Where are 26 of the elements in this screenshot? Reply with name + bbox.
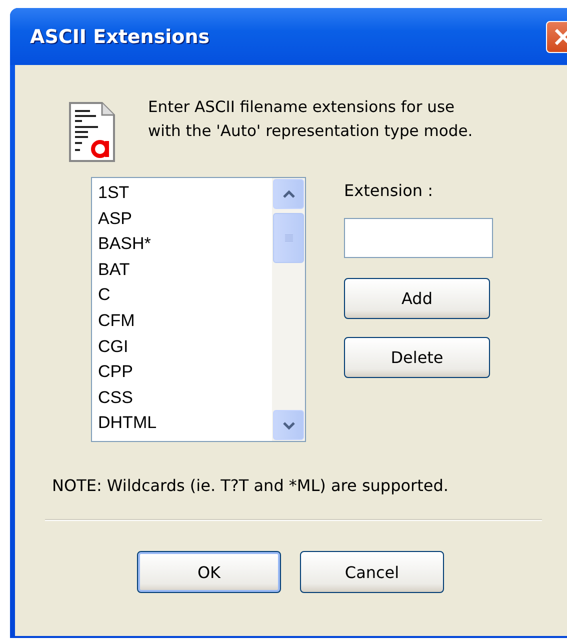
close-icon (553, 26, 567, 46)
list-item[interactable]: CGI (98, 334, 272, 360)
instruction-text: Enter ASCII filename extensions for use with the 'Auto' representation type mode. (148, 97, 473, 142)
extension-field[interactable] (344, 218, 493, 258)
list-item[interactable]: BASH* (98, 231, 272, 257)
scroll-thumb[interactable] (273, 213, 304, 263)
cancel-button[interactable]: Cancel (300, 551, 444, 593)
list-item[interactable]: BAT (98, 256, 272, 282)
scroll-up-icon[interactable] (273, 179, 304, 209)
list-item[interactable]: CPP (98, 359, 272, 385)
list-item[interactable]: ASP (98, 206, 272, 232)
scrollbar[interactable] (272, 178, 305, 441)
list-item[interactable]: 1ST (98, 180, 272, 206)
extension-label: Extension : (344, 181, 434, 200)
note-text: NOTE: Wildcards (ie. T?T and *ML) are supported. (51, 475, 450, 495)
list-item[interactable]: CFM (98, 308, 272, 334)
scroll-down-icon[interactable] (273, 410, 304, 440)
window-title: ASCII Extensions (29, 26, 210, 48)
extension-list[interactable]: 1ST ASP BASH* BAT C CFM CGI CPP CSS DHTML (91, 177, 306, 442)
list-item[interactable]: C (98, 282, 272, 308)
ok-button[interactable]: OK (137, 551, 281, 593)
action-button[interactable]: Add (344, 278, 490, 319)
list-item[interactable]: DHTML (98, 410, 272, 436)
list-item[interactable]: CSS (98, 384, 272, 410)
text-document-icon (68, 101, 116, 163)
action-button[interactable]: Delete (344, 337, 490, 378)
